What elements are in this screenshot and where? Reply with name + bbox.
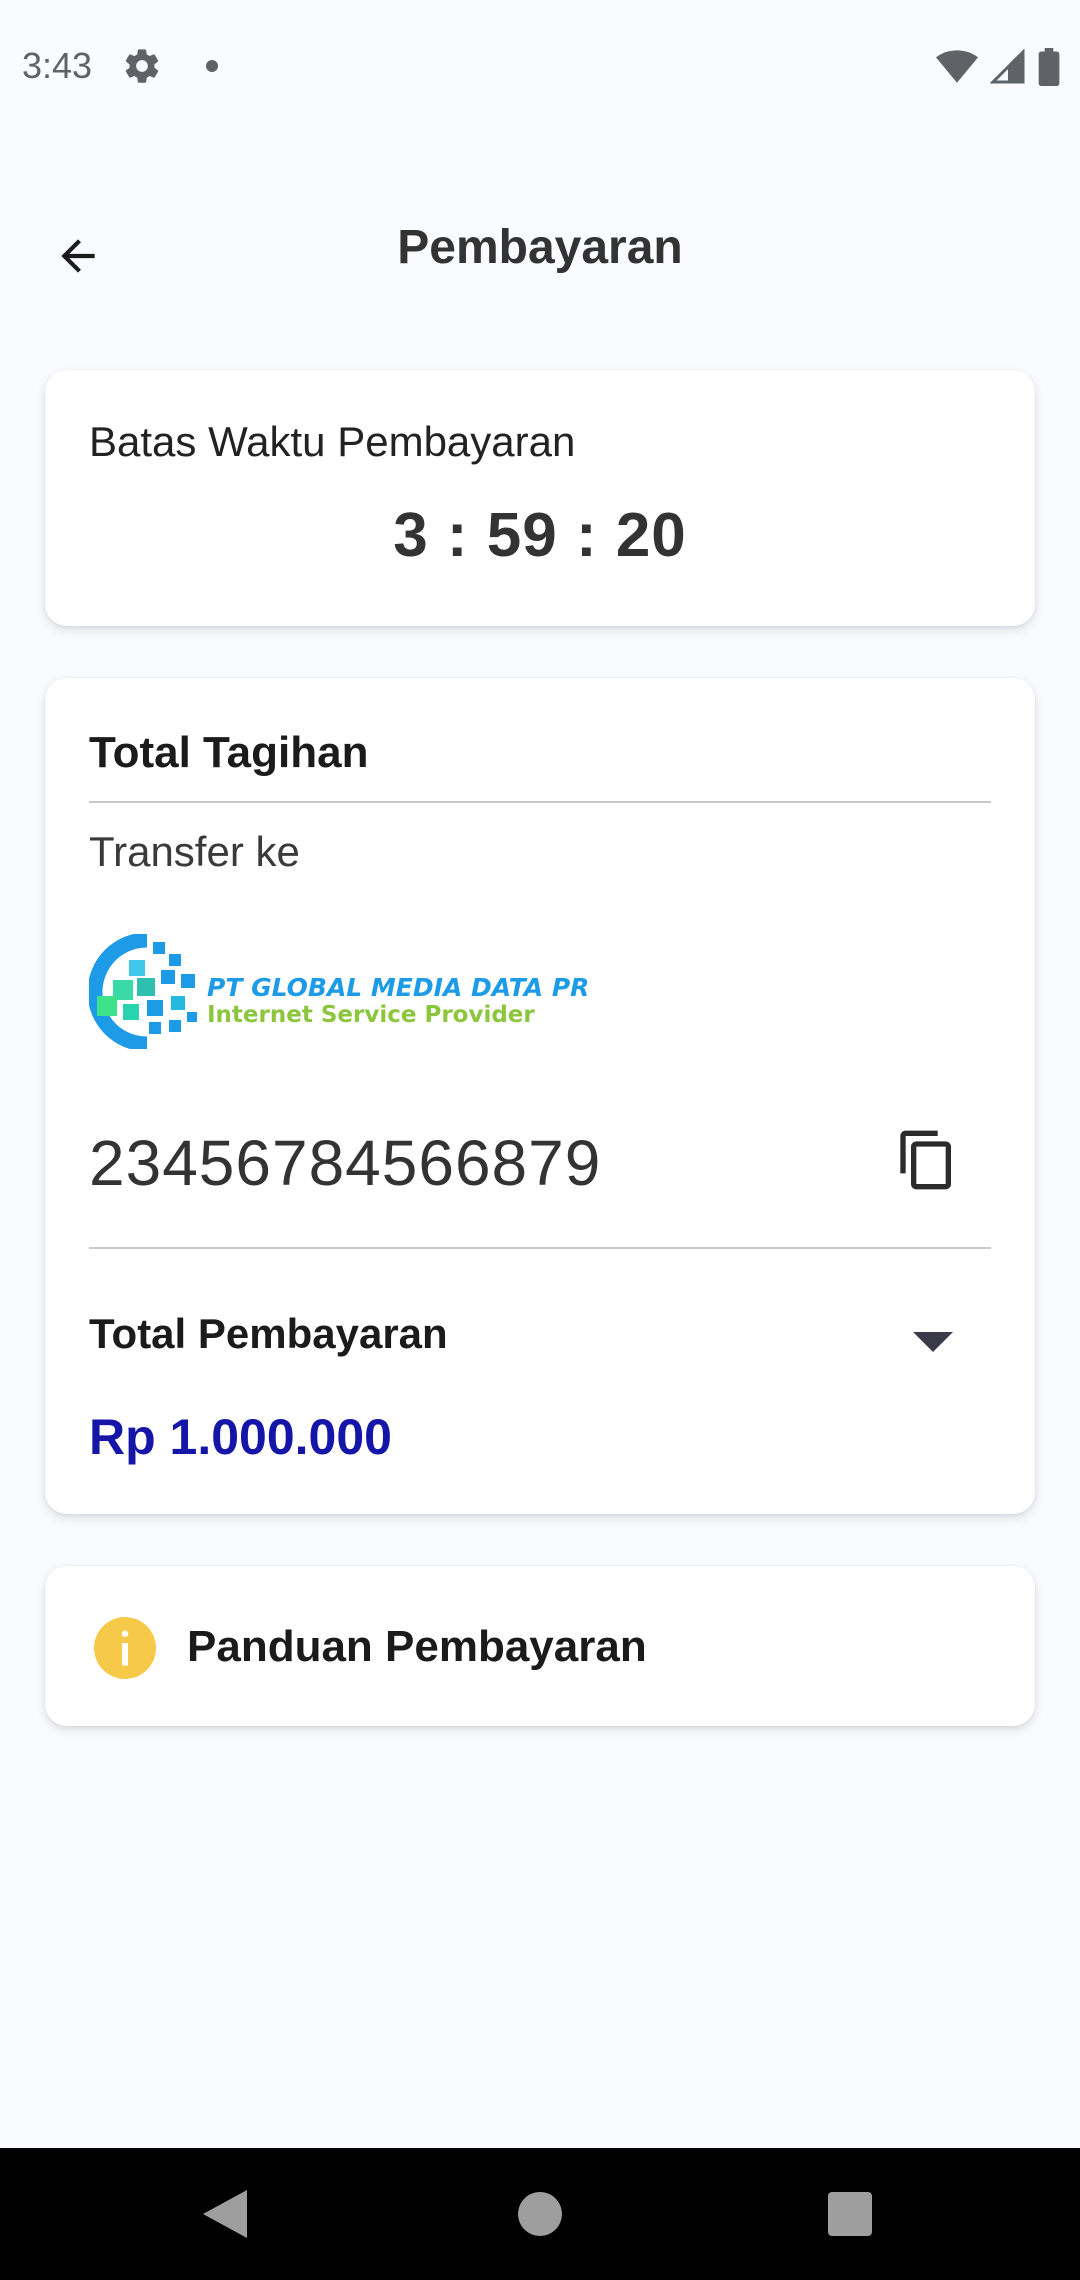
expand-details-button[interactable] bbox=[903, 1318, 963, 1368]
copy-icon bbox=[900, 1130, 951, 1190]
payment-deadline-card: Batas Waktu Pembayaran 3 : 59 : 20 bbox=[45, 370, 1035, 626]
logo-company-text: PT GLOBAL MEDIA DATA PRIMA bbox=[207, 973, 589, 1002]
recents-square-icon bbox=[828, 2192, 872, 2236]
info-icon bbox=[94, 1617, 156, 1679]
deadline-label: Batas Waktu Pembayaran bbox=[89, 418, 576, 465]
payment-guide-label: Panduan Pembayaran bbox=[187, 1622, 647, 1671]
account-number: 23456784566879 bbox=[89, 1127, 602, 1199]
status-icons bbox=[936, 48, 1060, 86]
info-glyph bbox=[121, 1630, 129, 1666]
dropdown-arrow-icon bbox=[913, 1332, 953, 1352]
total-payment-label: Total Pembayaran bbox=[89, 1310, 448, 1357]
battery-icon bbox=[1038, 48, 1060, 86]
bill-title: Total Tagihan bbox=[89, 728, 369, 777]
gear-icon bbox=[125, 49, 159, 83]
bill-card: Total Tagihan Transfer ke PT GLOBAL MEDI… bbox=[45, 678, 1035, 1514]
cell-signal-icon bbox=[990, 49, 1025, 84]
back-triangle-icon bbox=[203, 2190, 247, 2238]
divider bbox=[89, 1247, 991, 1249]
status-bar: 3:43 bbox=[0, 0, 1080, 132]
wifi-icon bbox=[936, 50, 978, 83]
total-payment-amount: Rp 1.000.000 bbox=[89, 1409, 392, 1465]
status-time: 3:43 bbox=[22, 45, 93, 86]
system-nav-bar bbox=[0, 2148, 1080, 2280]
copy-button[interactable] bbox=[891, 1124, 963, 1196]
page-title: Pembayaran bbox=[397, 221, 683, 274]
divider bbox=[89, 801, 991, 803]
logo-tagline-text: Internet Service Provider bbox=[207, 1002, 535, 1028]
app-bar: Pembayaran bbox=[0, 180, 1080, 320]
home-circle-icon bbox=[518, 2192, 562, 2236]
payment-guide-card[interactable]: Panduan Pembayaran bbox=[45, 1566, 1035, 1726]
notification-dot-icon bbox=[206, 60, 219, 72]
nav-home-button[interactable] bbox=[510, 2184, 570, 2244]
nav-recents-button[interactable] bbox=[820, 2184, 880, 2244]
nav-back-button[interactable] bbox=[195, 2184, 255, 2244]
countdown-timer: 3 : 59 : 20 bbox=[393, 501, 687, 570]
transfer-label: Transfer ke bbox=[89, 828, 300, 875]
company-logo: PT GLOBAL MEDIA DATA PRIMA Internet Serv… bbox=[89, 934, 589, 1049]
